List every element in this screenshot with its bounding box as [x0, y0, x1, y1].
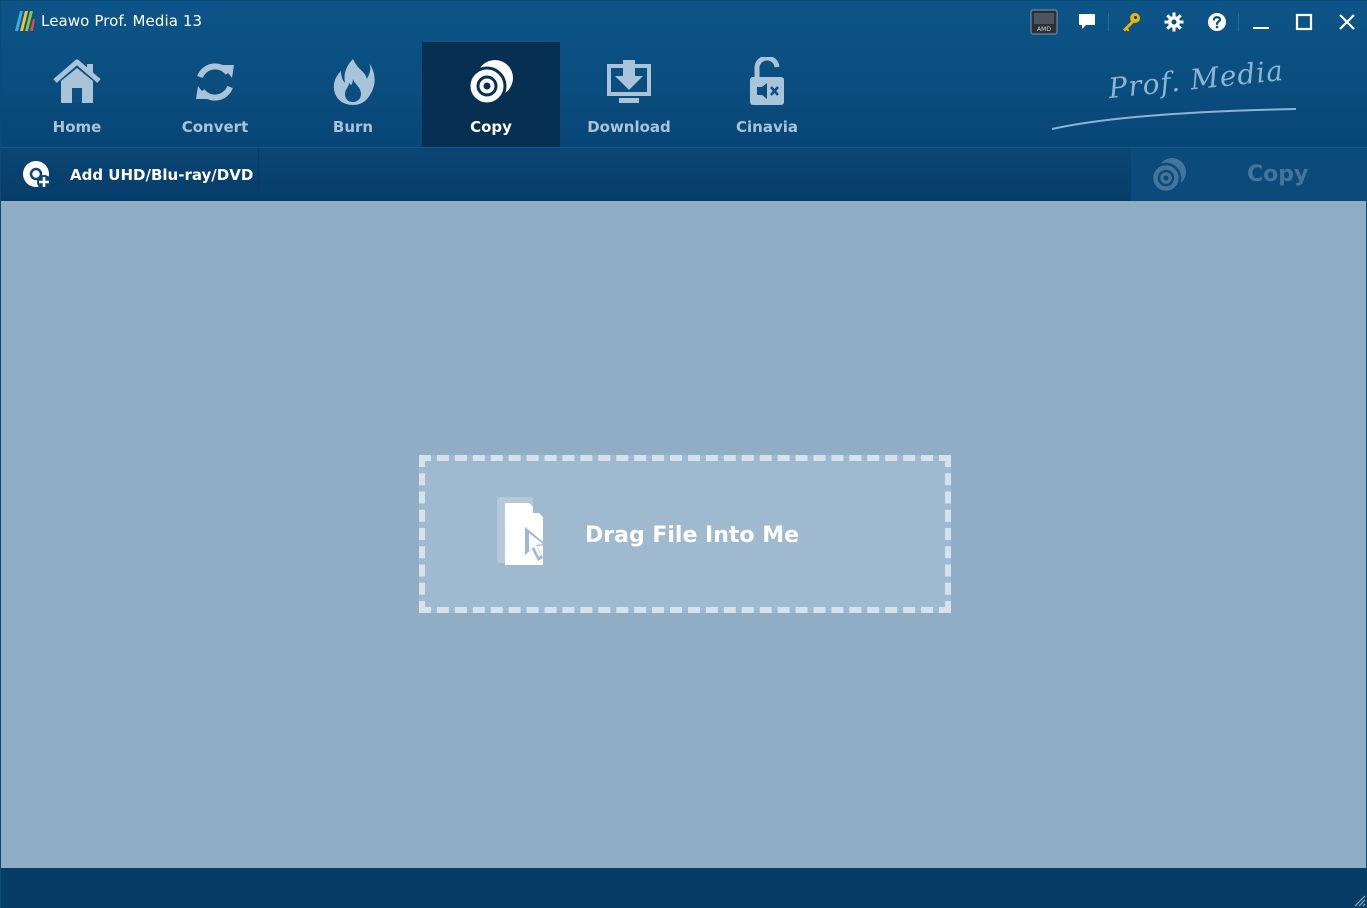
- title-icon-group: AMD: [1022, 1, 1367, 43]
- nav-item-convert[interactable]: Convert: [146, 42, 284, 147]
- nav-icon-wrap: [327, 56, 379, 108]
- gpu-badge-icon: AMD: [1030, 9, 1057, 35]
- minimize-button[interactable]: [1239, 1, 1282, 43]
- nav-label: Cinavia: [736, 118, 798, 136]
- close-icon: [1338, 14, 1355, 30]
- convert-icon: [196, 63, 234, 101]
- main-nav: Home Convert Burn Copy Download Cinavia: [8, 42, 836, 147]
- add-icon-wrap: [21, 159, 53, 191]
- nav-icon-wrap: [603, 56, 655, 108]
- nav-icon-wrap: [741, 56, 793, 108]
- resize-grip-icon[interactable]: [1352, 893, 1366, 907]
- nav-label: Copy: [470, 118, 512, 136]
- settings-button[interactable]: [1152, 1, 1195, 43]
- brand-logo: Prof. Media: [1046, 54, 1306, 141]
- nav-item-download[interactable]: Download: [560, 42, 698, 147]
- add-disc-icon: [23, 160, 51, 189]
- close-button[interactable]: [1325, 1, 1367, 43]
- maximize-icon: [1295, 13, 1312, 31]
- copy-button[interactable]: Copy: [1131, 148, 1367, 201]
- nav-item-burn[interactable]: Burn: [284, 42, 422, 147]
- drag-file-icon: [497, 497, 547, 565]
- nav-icon-wrap: [51, 56, 103, 108]
- nav-item-copy[interactable]: Copy: [422, 42, 560, 147]
- download-icon: [607, 60, 651, 103]
- app-logo-icon: [15, 11, 35, 31]
- help-icon: [1207, 13, 1226, 31]
- settings-icon: [1164, 12, 1183, 32]
- nav-icon-wrap: [189, 56, 241, 108]
- status-bar: [1, 868, 1367, 908]
- window-title: Leawo Prof. Media 13: [41, 12, 203, 30]
- copy-disc-icon: [1151, 157, 1186, 193]
- register-key-icon: [1122, 13, 1140, 32]
- feedback-button[interactable]: [1065, 1, 1108, 43]
- drop-zone-label: Drag File Into Me: [585, 523, 800, 548]
- gpu-badge[interactable]: AMD: [1022, 1, 1065, 43]
- title-bar: Leawo Prof. Media 13 AMD: [1, 1, 1367, 43]
- nav-label: Home: [52, 118, 102, 136]
- add-disc-button[interactable]: Add UHD/Blu-ray/DVD: [1, 148, 259, 201]
- sub-toolbar: Add UHD/Blu-ray/DVD Copy: [1, 147, 1367, 201]
- register-button[interactable]: [1109, 1, 1152, 43]
- cinavia-icon: [750, 57, 784, 105]
- copy-button-label: Copy: [1247, 162, 1309, 187]
- copy-icon-wrap: [1151, 157, 1187, 193]
- nav-label: Convert: [181, 118, 249, 136]
- brand-swoosh-icon: [1051, 108, 1297, 130]
- nav-label: Burn: [332, 118, 374, 136]
- nav-item-cinavia[interactable]: Cinavia: [698, 42, 836, 147]
- help-button[interactable]: [1195, 1, 1238, 43]
- minimize-icon: [1252, 27, 1269, 29]
- nav-icon-wrap: [465, 56, 517, 108]
- app-window: Leawo Prof. Media 13 AMD Home Convert Bu…: [0, 0, 1367, 908]
- nav-item-home[interactable]: Home: [8, 42, 146, 147]
- add-disc-label: Add UHD/Blu-ray/DVD: [70, 165, 254, 184]
- gpu-badge-text: AMD: [1037, 26, 1051, 33]
- copy-disc-icon: [467, 60, 513, 106]
- home-icon: [53, 59, 101, 103]
- maximize-button[interactable]: [1282, 1, 1325, 43]
- burn-icon: [333, 59, 375, 105]
- nav-label: Download: [587, 118, 671, 136]
- top-bar: Leawo Prof. Media 13 AMD Home Convert Bu…: [1, 1, 1367, 147]
- feedback-icon: [1078, 14, 1095, 29]
- drop-zone[interactable]: Drag File Into Me: [419, 455, 951, 613]
